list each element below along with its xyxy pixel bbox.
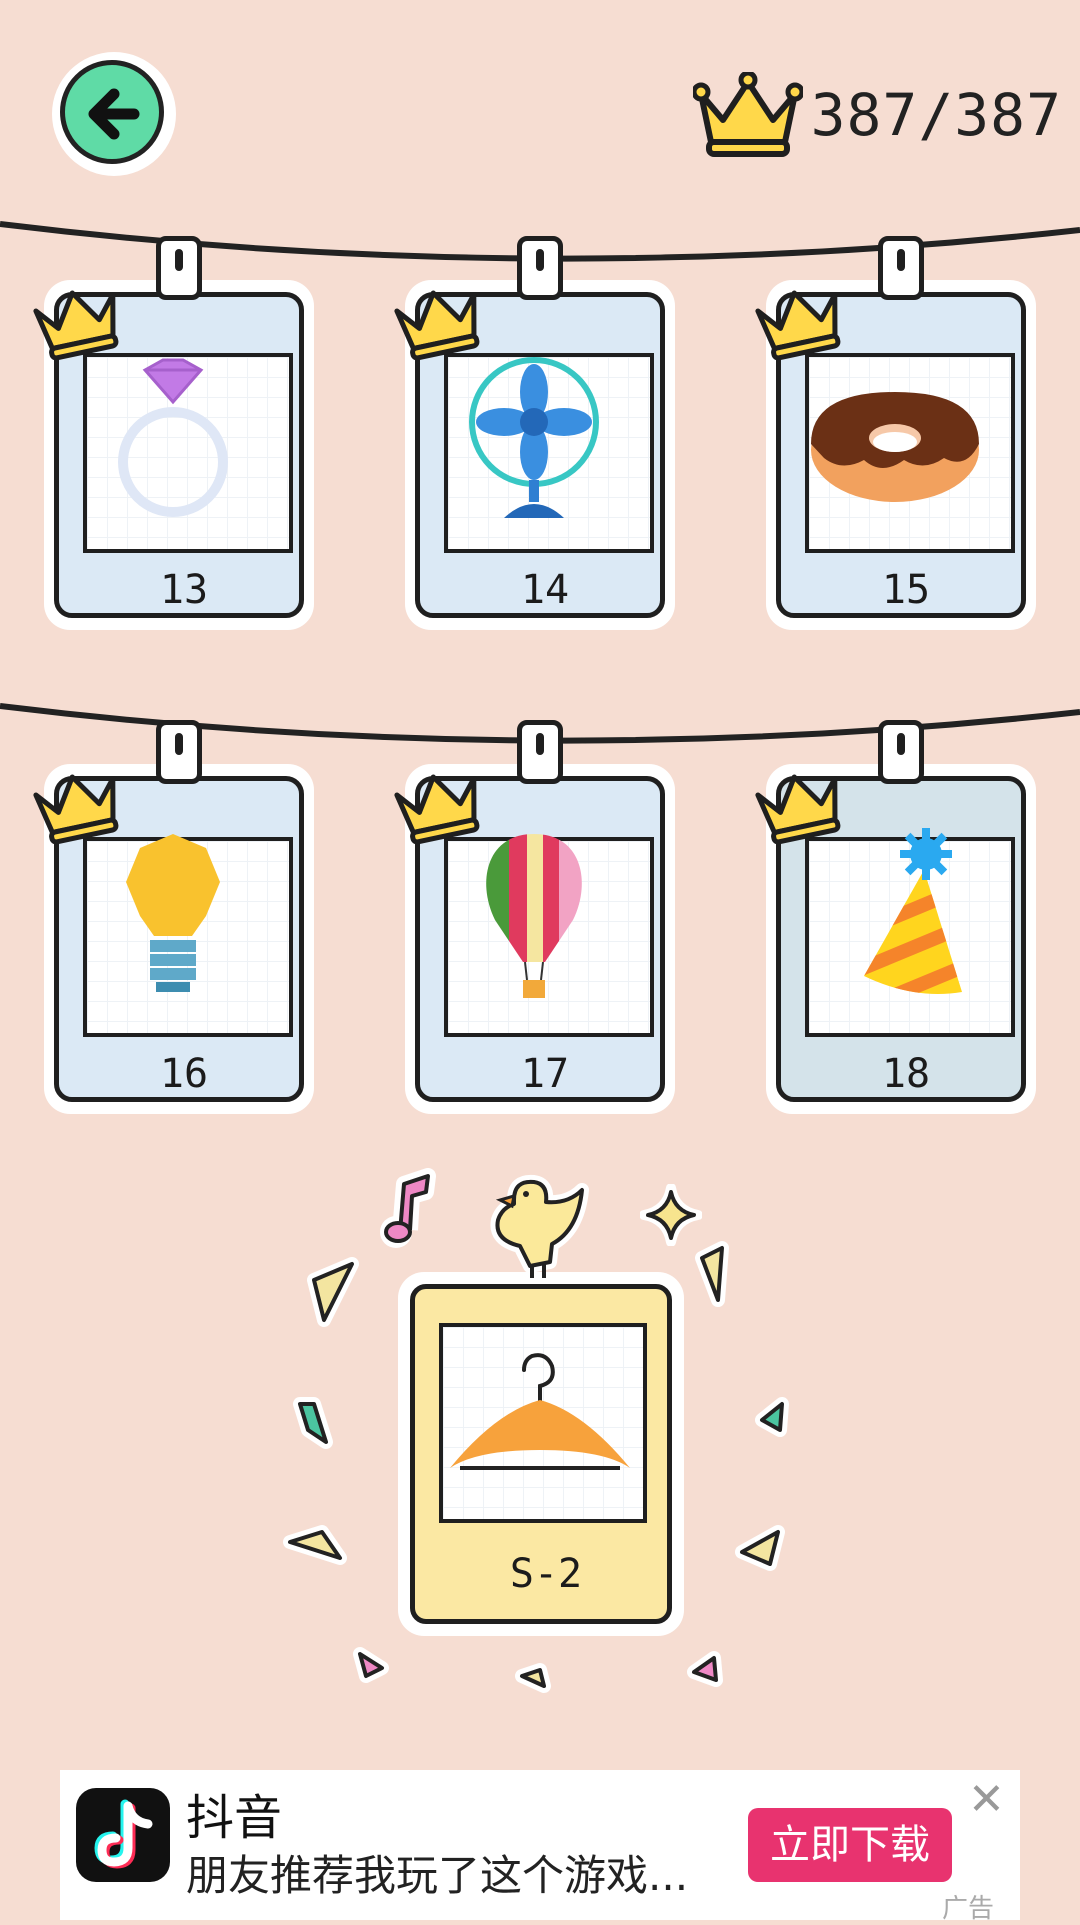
close-icon[interactable]: ✕ [968, 1778, 1005, 1822]
sparkle-icon [640, 1184, 702, 1246]
fan-icon [469, 357, 599, 518]
donut-icon [811, 392, 979, 502]
ad-description: 朋友推荐我玩了这个游戏... [186, 1851, 689, 1900]
crown-score: 387/387 [692, 70, 1062, 160]
clip-icon [878, 720, 924, 784]
level-number: 13 [159, 567, 209, 613]
crown-icon [394, 290, 480, 360]
level-number: 17 [520, 1051, 570, 1097]
ad-app-name: 抖音 [186, 1790, 283, 1846]
clip-icon [156, 720, 202, 784]
level-number: 18 [881, 1051, 931, 1097]
level-card-17[interactable]: 17 [394, 720, 675, 1114]
level-card-15[interactable]: 15 [755, 236, 1036, 630]
level-number: 14 [520, 567, 570, 613]
crown-icon [394, 774, 480, 844]
clip-icon [156, 236, 202, 300]
level-card-14[interactable]: 14 [394, 236, 675, 630]
crown-icon [755, 290, 841, 360]
level-number: S-2 [509, 1551, 583, 1597]
hanger-icon [450, 1353, 630, 1470]
clip-icon [517, 236, 563, 300]
special-level-card-s2[interactable]: S-2 [398, 1272, 684, 1636]
crown-icon [755, 774, 841, 844]
crown-icon [33, 290, 119, 360]
clip-icon [517, 720, 563, 784]
douyin-logo-icon [76, 1788, 170, 1882]
crown-icon [33, 774, 119, 844]
level-card-18[interactable]: 18 [755, 720, 1036, 1114]
back-button[interactable] [52, 52, 176, 176]
crown-icon [692, 72, 803, 157]
level-number: 15 [881, 567, 931, 613]
level-card-13[interactable]: 13 [33, 236, 314, 630]
level-number: 16 [159, 1051, 209, 1097]
hot-air-balloon-icon [486, 834, 582, 998]
clip-icon [878, 236, 924, 300]
bird-icon [490, 1174, 589, 1278]
light-bulb-icon [126, 834, 220, 992]
party-hat-icon [864, 828, 962, 994]
download-button[interactable]: 立即下载 [748, 1808, 952, 1882]
back-arrow-icon [88, 88, 140, 140]
music-note-icon [380, 1168, 436, 1248]
diamond-ring-icon [118, 358, 228, 517]
ad-tag: 广告 [942, 1894, 995, 1924]
score-text: 387/387 [810, 81, 1062, 149]
level-card-16[interactable]: 16 [33, 720, 314, 1114]
ad-banner[interactable]: 抖音 朋友推荐我玩了这个游戏... 立即下载 ✕ 广告 [60, 1770, 1020, 1924]
